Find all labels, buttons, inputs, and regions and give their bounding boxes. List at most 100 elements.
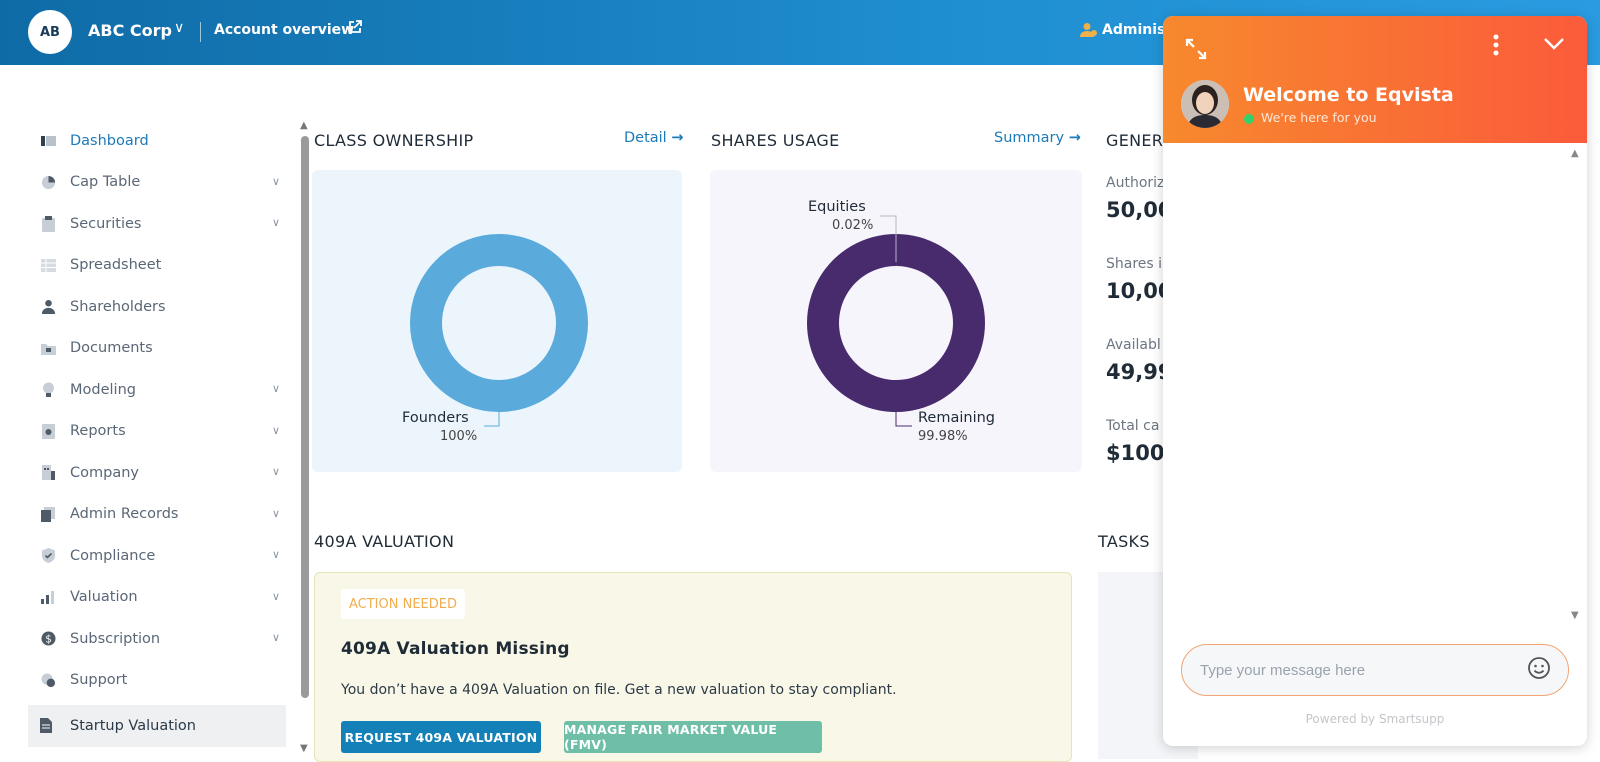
summary-link-label: Summary [994, 130, 1064, 146]
sidebar-item-cap-table[interactable]: Cap Table ∨ [28, 162, 286, 204]
donut-slice-founders[interactable] [426, 250, 572, 396]
chat-message-input[interactable] [1181, 644, 1569, 696]
valuation-409a-title: 409A VALUATION [314, 532, 454, 551]
stat-label-available: Availabl [1106, 337, 1161, 353]
sidebar-item-label: Modeling [70, 382, 136, 398]
stat-value-total-capital: $100 [1106, 441, 1164, 465]
sidebar-item-subscription[interactable]: $ Subscription ∨ [28, 618, 286, 660]
expand-icon[interactable] [1185, 38, 1207, 65]
chat-header: Welcome to Eqvista We're here for you [1163, 16, 1587, 143]
valuation-409a-heading: 409A Valuation Missing [341, 639, 570, 659]
emoji-icon[interactable] [1527, 656, 1551, 686]
chart-icon [40, 589, 56, 605]
shares-usage-title: SHARES USAGE [711, 131, 840, 150]
action-needed-badge: ACTION NEEDED [341, 589, 465, 619]
company-avatar[interactable]: AB [28, 10, 72, 54]
equities-label: Equities [808, 199, 866, 215]
chevron-down-icon[interactable]: ∨ [272, 590, 280, 603]
sidebar-item-label: Company [70, 465, 139, 481]
class-ownership-donut-chart[interactable] [312, 170, 682, 472]
sidebar-item-label: Startup Valuation [70, 718, 196, 734]
svg-text:$: $ [45, 634, 52, 646]
sidebar-item-admin-records[interactable]: Admin Records ∨ [28, 494, 286, 536]
dollar-icon: $ [40, 631, 56, 647]
sidebar-item-compliance[interactable]: Compliance ∨ [28, 535, 286, 577]
chevron-down-icon[interactable]: ∨ [174, 20, 184, 36]
arrow-right-icon: → [1069, 130, 1081, 146]
scroll-down-arrow-icon[interactable]: ▼ [300, 743, 308, 754]
sidebar-item-startup-valuation[interactable]: Startup Valuation [28, 705, 286, 747]
chat-welcome-title: Welcome to Eqvista [1243, 84, 1454, 106]
general-title: GENER [1106, 131, 1163, 150]
company-switcher[interactable]: ABC Corp [88, 21, 172, 40]
valuation-409a-description: You don’t have a 409A Valuation on file.… [341, 682, 897, 698]
leader-line-founders [484, 412, 499, 426]
lightbulb-icon [40, 382, 56, 398]
sidebar-item-documents[interactable]: Documents [28, 328, 286, 370]
detail-link-label: Detail [624, 130, 667, 146]
shares-usage-summary-link[interactable]: Summary → [994, 130, 1081, 146]
sidebar-item-shareholders[interactable]: Shareholders [28, 286, 286, 328]
chat-scroll-up-icon[interactable]: ▲ [1571, 148, 1579, 159]
chat-scroll-down-icon[interactable]: ▼ [1571, 610, 1579, 621]
building-icon [40, 465, 56, 481]
records-icon [40, 506, 56, 522]
person-icon [40, 299, 56, 315]
sidebar-item-label: Shareholders [70, 299, 166, 315]
clipboard-icon [40, 216, 56, 232]
more-options-icon[interactable] [1493, 34, 1499, 62]
shield-icon [40, 548, 56, 564]
stat-label-authorized: Authoriz [1106, 175, 1164, 191]
sidebar-item-valuation[interactable]: Valuation ∨ [28, 577, 286, 619]
sidebar-item-reports[interactable]: Reports ∨ [28, 411, 286, 453]
external-link-icon[interactable] [348, 20, 362, 38]
sidebar-item-support[interactable]: Support [28, 660, 286, 702]
chevron-down-icon[interactable]: ∨ [272, 507, 280, 520]
account-overview-link[interactable]: Account overview [214, 22, 354, 38]
stat-label-shares-issued: Shares i [1106, 256, 1162, 272]
chevron-down-icon[interactable]: ∨ [272, 631, 280, 644]
founders-percent: 100% [440, 429, 477, 444]
chevron-down-icon[interactable]: ∨ [272, 548, 280, 561]
remaining-label: Remaining [918, 410, 995, 426]
chevron-down-icon[interactable]: ∨ [272, 175, 280, 188]
sidebar-item-spreadsheet[interactable]: Spreadsheet [28, 245, 286, 287]
sidebar-item-modeling[interactable]: Modeling ∨ [28, 369, 286, 411]
chevron-down-icon[interactable]: ∨ [272, 465, 280, 478]
leader-line-remaining [896, 412, 912, 426]
dashboard-icon [40, 133, 56, 149]
sidebar-item-label: Reports [70, 423, 126, 439]
sidebar-item-company[interactable]: Company ∨ [28, 452, 286, 494]
arrow-right-icon: → [671, 130, 683, 146]
chevron-down-icon[interactable]: ∨ [272, 382, 280, 395]
support-icon [40, 672, 56, 688]
sidebar-item-label: Support [70, 672, 127, 688]
sidebar-item-securities[interactable]: Securities ∨ [28, 203, 286, 245]
document-icon [40, 718, 56, 734]
sidebar-item-dashboard[interactable]: Dashboard [28, 120, 286, 162]
header-divider [200, 22, 201, 42]
report-icon [40, 423, 56, 439]
class-ownership-detail-link[interactable]: Detail → [624, 130, 683, 146]
stat-label-total-capital: Total ca [1106, 418, 1159, 434]
tasks-title: TASKS [1098, 532, 1150, 551]
chevron-down-icon[interactable]: ∨ [272, 424, 280, 437]
request-409a-valuation-button[interactable]: REQUEST 409A VALUATION [341, 721, 541, 753]
sidebar-item-label: Documents [70, 340, 153, 356]
chevron-down-icon[interactable]: ∨ [272, 216, 280, 229]
online-status-dot [1244, 114, 1254, 124]
shares-usage-donut-chart[interactable] [710, 170, 1082, 472]
spreadsheet-icon [40, 257, 56, 273]
scroll-up-arrow-icon[interactable]: ▲ [300, 120, 308, 131]
sidebar-nav: Dashboard Cap Table ∨ Securities ∨ Sprea… [28, 120, 286, 701]
founders-label: Founders [402, 410, 469, 426]
manage-fmv-button[interactable]: MANAGE FAIR MARKET VALUE (FMV) [564, 721, 822, 753]
agent-avatar [1181, 80, 1229, 128]
sidebar-scrollbar-thumb[interactable] [301, 136, 309, 698]
admin-menu[interactable]: Administ [1102, 22, 1172, 38]
minimize-chevron-icon[interactable] [1543, 32, 1565, 57]
sidebar-item-label: Cap Table [70, 174, 140, 190]
powered-by-label: Powered by Smartsupp [1163, 712, 1587, 726]
sidebar-item-label: Subscription [70, 631, 160, 647]
user-admin-icon[interactable] [1080, 22, 1098, 38]
